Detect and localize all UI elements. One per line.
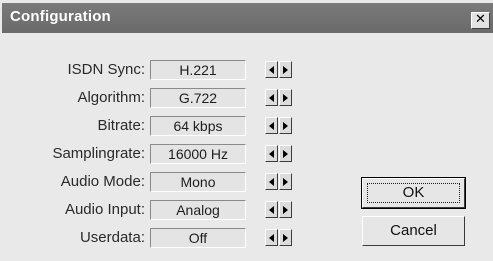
setting-value-field: G.722 (150, 88, 246, 108)
decrement-button[interactable] (265, 89, 278, 106)
increment-button[interactable] (279, 229, 292, 246)
triangle-right-icon (283, 94, 288, 102)
setting-row-isdn-sync: ISDN Sync: H.221 (0, 60, 320, 82)
setting-value-field: Mono (150, 172, 246, 192)
title-bar: Configuration ✕ (2, 3, 493, 33)
decrement-button[interactable] (265, 229, 278, 246)
setting-value-field: Analog (150, 200, 246, 220)
setting-label: Bitrate: (97, 117, 145, 134)
increment-button[interactable] (279, 89, 292, 106)
dialog-title: Configuration (10, 8, 111, 25)
setting-row-audio-input: Audio Input: Analog (0, 200, 320, 222)
decrement-button[interactable] (265, 117, 278, 134)
setting-label: ISDN Sync: (67, 61, 145, 78)
decrement-button[interactable] (265, 145, 278, 162)
triangle-left-icon (269, 234, 274, 242)
triangle-right-icon (283, 178, 288, 186)
setting-row-audio-mode: Audio Mode: Mono (0, 172, 320, 194)
focus-ring (367, 183, 460, 203)
triangle-right-icon (283, 122, 288, 130)
setting-row-algorithm: Algorithm: G.722 (0, 88, 320, 110)
triangle-left-icon (269, 122, 274, 130)
setting-value-field: 64 kbps (150, 116, 246, 136)
setting-row-samplingrate: Samplingrate: 16000 Hz (0, 144, 320, 166)
setting-value-field: 16000 Hz (150, 144, 246, 164)
triangle-left-icon (269, 94, 274, 102)
triangle-right-icon (283, 150, 288, 158)
setting-value-field: Off (150, 228, 246, 248)
triangle-right-icon (283, 66, 288, 74)
close-button[interactable]: ✕ (471, 12, 490, 29)
setting-value-field: H.221 (150, 60, 246, 80)
decrement-button[interactable] (265, 61, 278, 78)
ok-button[interactable]: OK (361, 177, 466, 209)
triangle-left-icon (269, 206, 274, 214)
close-icon: ✕ (475, 12, 486, 27)
setting-label: Audio Mode: (60, 173, 145, 190)
cancel-button-label: Cancel (390, 222, 437, 239)
cancel-button[interactable]: Cancel (362, 216, 465, 246)
triangle-left-icon (269, 150, 274, 158)
increment-button[interactable] (279, 117, 292, 134)
configuration-dialog: Configuration ✕ ISDN Sync: H.221 Algorit… (0, 0, 493, 261)
setting-label: Algorithm: (77, 89, 145, 106)
decrement-button[interactable] (265, 173, 278, 190)
triangle-right-icon (283, 206, 288, 214)
triangle-left-icon (269, 66, 274, 74)
setting-label: Audio Input: (64, 201, 145, 218)
setting-row-bitrate: Bitrate: 64 kbps (0, 116, 320, 138)
increment-button[interactable] (279, 173, 292, 190)
setting-row-userdata: Userdata: Off (0, 228, 320, 250)
triangle-right-icon (283, 234, 288, 242)
decrement-button[interactable] (265, 201, 278, 218)
increment-button[interactable] (279, 201, 292, 218)
increment-button[interactable] (279, 61, 292, 78)
setting-label: Userdata: (79, 229, 145, 246)
setting-label: Samplingrate: (52, 145, 145, 162)
increment-button[interactable] (279, 145, 292, 162)
triangle-left-icon (269, 178, 274, 186)
